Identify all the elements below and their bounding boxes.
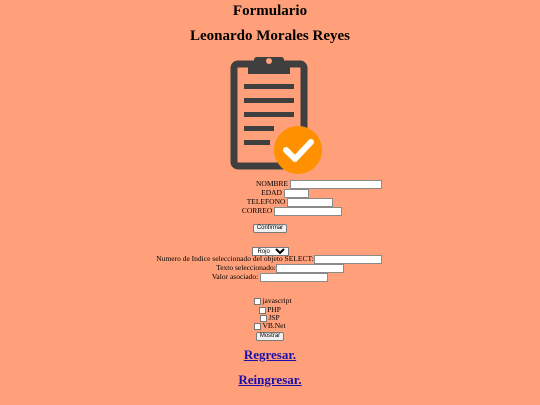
correo-label: CORREO	[241, 206, 273, 215]
confirm-button[interactable]: Confirmar	[252, 224, 288, 233]
reenter-link[interactable]: Reingresar.	[0, 372, 540, 388]
value-row: Valor asociado:	[0, 272, 540, 282]
value-label: Valor asociado:	[211, 272, 259, 281]
confirm-row: Confirmar	[0, 222, 540, 233]
back-link[interactable]: Regresar.	[0, 347, 540, 363]
clipboard-check-icon	[228, 54, 324, 176]
telefono-label: TELEFONO	[246, 197, 286, 206]
checkbox-vbnet-row: VB.Net	[0, 321, 540, 330]
correo-input[interactable]	[274, 206, 343, 216]
index-label: Numero de Indice seleccionado del objeto…	[156, 254, 314, 263]
show-button[interactable]: Mostrar	[255, 332, 285, 341]
text-label: Texto seleccionado:	[216, 263, 276, 272]
show-row: Mostrar	[0, 330, 540, 341]
checkbox-javascript[interactable]	[254, 297, 262, 305]
checkbox-javascript-label: javascript	[262, 296, 292, 305]
author-name: Leonardo Morales Reyes	[190, 28, 350, 44]
checkbox-vbnet[interactable]	[254, 322, 262, 330]
correo-row: CORREO	[0, 206, 540, 216]
checkbox-vbnet-label: VB.Net	[262, 321, 286, 330]
page-title: Formulario	[232, 3, 308, 19]
nombre-label: NOMBRE	[256, 179, 289, 188]
checkbox-javascript-row: javascript	[0, 296, 540, 305]
value-input[interactable]	[260, 272, 329, 282]
edad-label: EDAD	[261, 188, 282, 197]
